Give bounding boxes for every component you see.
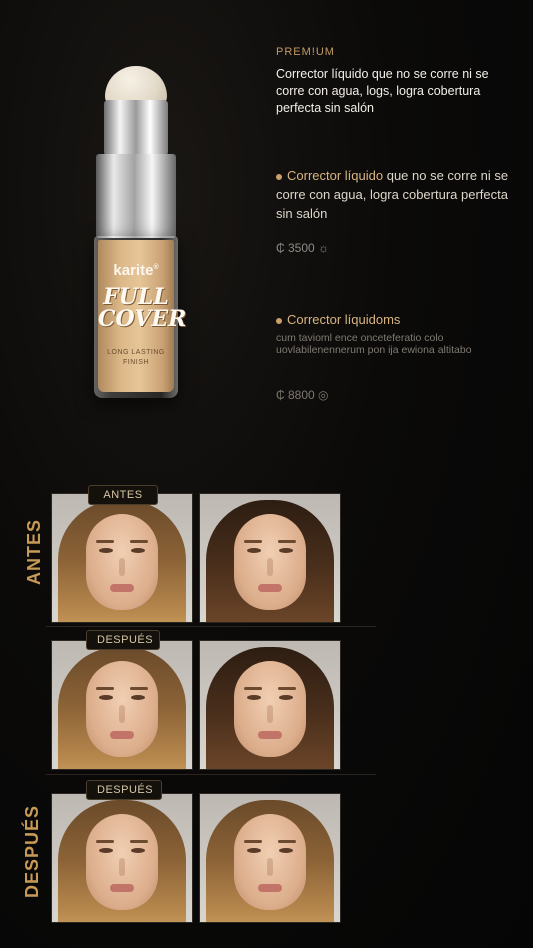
product-bottle: karite® FULL COVER LONG LASTING FINISH — [88, 60, 187, 410]
product-name: FULL COVER — [98, 284, 187, 332]
premium-badge: PREM!UM — [276, 46, 335, 58]
feature-1: Corrector líquido que no se corre ni se … — [276, 166, 516, 223]
row-label-despues-2: DESPUÉS — [86, 780, 162, 800]
feature-2-title: Corrector líquidoms — [287, 312, 401, 327]
feature-2-price: ₵ 8800 ◎ — [276, 388, 329, 402]
portrait-before-1 — [51, 493, 193, 623]
feature-1-title: Corrector líquido — [287, 168, 384, 183]
bottle-collar — [96, 154, 176, 238]
row-divider — [46, 626, 376, 627]
bottle-neck — [104, 100, 168, 156]
product-subtitle: LONG LASTING FINISH — [107, 349, 165, 366]
portrait-after-3 — [51, 793, 193, 923]
bullet-icon — [276, 173, 282, 180]
feature-2: Corrector líquidoms — [276, 310, 506, 329]
portrait-after-2 — [199, 640, 341, 770]
portrait-after-4 — [199, 793, 341, 923]
side-label-antes: ANTES — [24, 518, 44, 585]
portrait-before-2 — [199, 493, 341, 623]
side-label-despues: DESPUÉS — [22, 804, 42, 898]
feature-2-body: cum tavioml ence onceteferatio colo uovl… — [276, 332, 472, 356]
feature-1-price: ₵ 3500 ☼ — [276, 241, 330, 255]
bullet-icon — [276, 317, 282, 324]
row-label-antes: ANTES — [88, 485, 158, 505]
portrait-after-1 — [51, 640, 193, 770]
product-description: Corrector líquido que no se corre ni se … — [276, 67, 489, 115]
row-divider — [46, 774, 376, 775]
brand-logo: karite® — [113, 262, 159, 279]
row-label-despues-1: DESPUÉS — [86, 630, 160, 650]
